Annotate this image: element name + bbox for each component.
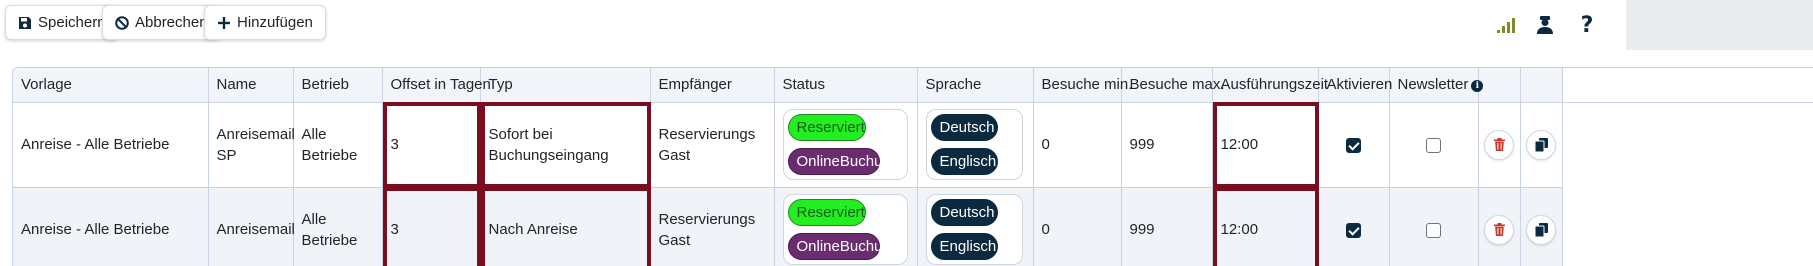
status-badge: Reserviert [787, 199, 866, 226]
copy-button[interactable] [1526, 129, 1556, 160]
language-badge: Deutsch [930, 114, 998, 141]
col-extra [1562, 68, 1813, 103]
cell-status: Reserviert OnlineBuchung [774, 102, 918, 188]
col-status[interactable]: Status [774, 68, 918, 103]
cell-sprache: Deutsch Englisch [917, 187, 1034, 266]
cancel-label: Abbrechen [135, 14, 208, 31]
col-typ[interactable]: Typ [480, 68, 651, 103]
col-newsletter[interactable]: Newsletter i [1389, 68, 1484, 103]
info-icon[interactable]: i [1471, 80, 1484, 93]
ban-icon [115, 15, 129, 30]
col-delete [1478, 68, 1521, 103]
cell-newsletter [1389, 187, 1479, 266]
newsletter-checkbox[interactable] [1426, 137, 1441, 153]
offset-value: 3 [390, 221, 399, 238]
language-tags[interactable]: Deutsch Englisch [925, 194, 1023, 265]
plus-icon [217, 16, 231, 30]
cell-betrieb: Alle Betriebe [293, 187, 383, 266]
time-value: 12:00 [1220, 136, 1259, 153]
copy-icon [1534, 222, 1548, 237]
cell-besuche-min: 0 [1033, 187, 1122, 266]
save-icon [18, 16, 32, 30]
cell-vorlage: Anreise - Alle Betriebe [13, 102, 209, 188]
cell-sprache: Deutsch Englisch [917, 102, 1034, 188]
table-row[interactable]: Anreise - Alle Betriebe Anreisemail SP A… [13, 101, 1813, 188]
status-tags[interactable]: Reserviert OnlineBuchung [782, 194, 908, 265]
cell-status: Reserviert OnlineBuchung [774, 187, 918, 266]
col-besuche-max[interactable]: Besuche max. [1121, 68, 1225, 103]
cancel-button[interactable]: Abbrechen [102, 5, 221, 40]
typ-value: Sofort bei Buchungseingang [488, 125, 609, 164]
table-header-row: Vorlage Name Betrieb Offset in Tagen Typ… [13, 68, 1813, 103]
status-badge: OnlineBuchung [787, 148, 899, 175]
question-icon[interactable]: ? [1574, 12, 1600, 38]
offset-value: 3 [390, 136, 399, 153]
cell-offset[interactable]: 3 [382, 186, 481, 266]
add-button[interactable]: Hinzufügen [204, 5, 326, 40]
col-sprache[interactable]: Sprache [917, 68, 1034, 103]
toolbar: Speichern Abbrechen Hinzufügen ? [0, 0, 1626, 50]
col-betrieb[interactable]: Betrieb [293, 68, 383, 103]
cell-name: Anreisemail SP [208, 102, 295, 188]
toolbar-filler [1626, 0, 1813, 50]
language-tags[interactable]: Deutsch Englisch [925, 109, 1023, 180]
cell-empfaenger: Reservierungs Gast [650, 102, 775, 188]
template-table: Vorlage Name Betrieb Offset in Tagen Typ… [12, 67, 1813, 266]
cell-delete [1478, 102, 1521, 188]
signal-icon[interactable] [1493, 12, 1519, 38]
add-label: Hinzufügen [237, 14, 313, 31]
cell-besuche-min: 0 [1033, 102, 1122, 188]
cell-extra [1562, 102, 1813, 187]
copy-button[interactable] [1526, 214, 1556, 245]
status-badge: OnlineBuchung [787, 233, 899, 260]
activate-checkbox[interactable] [1346, 137, 1361, 153]
language-badge: Deutsch [930, 199, 998, 226]
col-empfaenger[interactable]: Empfänger [650, 68, 775, 103]
col-copy [1520, 68, 1563, 103]
col-name[interactable]: Name [208, 68, 294, 103]
language-badge: Englisch [930, 233, 998, 260]
save-label: Speichern [38, 14, 106, 31]
col-vorlage[interactable]: Vorlage [13, 68, 209, 103]
activate-checkbox[interactable] [1346, 222, 1361, 238]
cell-delete [1478, 187, 1521, 266]
delete-button[interactable] [1484, 129, 1514, 160]
cell-offset[interactable]: 3 [382, 101, 481, 188]
cell-copy [1520, 102, 1563, 188]
time-value: 12:00 [1220, 221, 1259, 238]
cell-typ[interactable]: Sofort bei Buchungseingang [480, 101, 651, 188]
language-badge: Englisch [930, 148, 998, 175]
cell-ausfuehrungszeit[interactable]: 12:00 [1212, 101, 1319, 188]
cell-ausfuehrungszeit[interactable]: 12:00 [1212, 186, 1319, 266]
cell-vorlage: Anreise - Alle Betriebe [13, 187, 209, 266]
cell-besuche-max: 999 [1121, 102, 1213, 188]
trash-icon [1493, 138, 1505, 151]
cell-besuche-max: 999 [1121, 187, 1213, 266]
cell-empfaenger: Reservierungs Gast [650, 187, 775, 266]
status-badge: Reserviert [787, 114, 866, 141]
newsletter-checkbox[interactable] [1426, 222, 1441, 238]
cell-typ[interactable]: Nach Anreise [480, 186, 651, 266]
cell-betrieb: Alle Betriebe [293, 102, 383, 188]
col-ausfuehrungszeit[interactable]: Ausführungszeit [1212, 68, 1328, 103]
highlight-box [480, 101, 651, 188]
newsletter-header-label: Newsletter [1397, 76, 1469, 94]
table-row[interactable]: Anreise - Alle Betriebe Anreisemail Alle… [13, 186, 1813, 266]
cell-aktivieren [1318, 187, 1390, 266]
col-aktivieren[interactable]: Aktivieren [1318, 68, 1392, 103]
status-tags[interactable]: Reserviert OnlineBuchung [782, 109, 908, 180]
copy-icon [1534, 137, 1548, 152]
cell-copy [1520, 187, 1563, 266]
cell-newsletter [1389, 102, 1479, 188]
cell-extra [1562, 187, 1813, 266]
typ-value: Nach Anreise [488, 221, 578, 238]
col-offset[interactable]: Offset in Tagen [382, 68, 491, 103]
cell-aktivieren [1318, 102, 1390, 188]
trash-icon [1493, 223, 1505, 236]
cell-name: Anreisemail [208, 187, 295, 266]
delete-button[interactable] [1484, 214, 1514, 245]
col-besuche-min[interactable]: Besuche min. [1033, 68, 1132, 103]
user-icon[interactable] [1532, 12, 1558, 38]
